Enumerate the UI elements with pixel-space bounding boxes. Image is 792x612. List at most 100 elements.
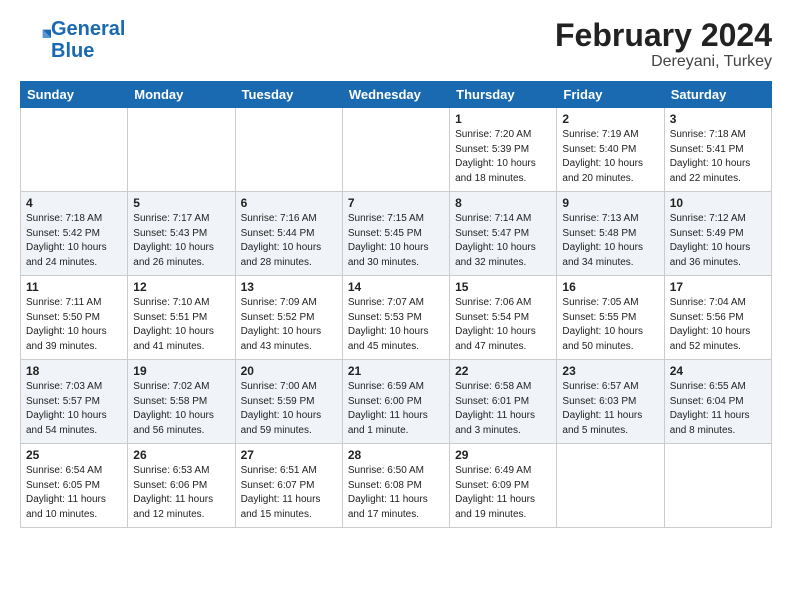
day-cell [128,108,235,192]
day-info: Sunrise: 7:06 AM Sunset: 5:54 PM Dayligh… [455,296,551,354]
day-info: Sunrise: 7:04 AM Sunset: 5:56 PM Dayligh… [670,296,766,354]
day-cell: 20 Sunrise: 7:00 AM Sunset: 5:59 PM Dayli… [235,360,342,444]
day-number: 19 [133,364,229,378]
title-block: February 2024 Dereyani, Turkey [555,18,772,71]
day-info: Sunrise: 7:11 AM Sunset: 5:50 PM Dayligh… [26,296,122,354]
day-number: 18 [26,364,122,378]
day-number: 5 [133,196,229,210]
day-cell: 22Sunrise: 6:58 AM Sunset: 6:01 PM Dayli… [450,360,557,444]
day-number: 1 [455,112,551,126]
day-number: 20 [241,364,337,378]
day-number: 11 [26,280,122,294]
day-cell: 26Sunrise: 6:53 AM Sunset: 6:06 PM Dayli… [128,444,235,528]
day-cell [235,108,342,192]
day-cell: 6 Sunrise: 7:16 AM Sunset: 5:44 PM Daylig… [235,192,342,276]
day-number: 23 [562,364,658,378]
week-row-1: 1 Sunrise: 7:20 AM Sunset: 5:39 PM Daylig… [21,108,772,192]
day-number: 29 [455,448,551,462]
day-number: 26 [133,448,229,462]
logo: General Blue [20,18,125,62]
day-cell: 23 Sunrise: 6:57 AM Sunset: 6:03 PM Dayli… [557,360,664,444]
day-cell: 7 Sunrise: 7:15 AM Sunset: 5:45 PM Daylig… [342,192,449,276]
day-number: 4 [26,196,122,210]
day-cell: 13Sunrise: 7:09 AM Sunset: 5:52 PM Dayli… [235,276,342,360]
week-row-2: 4 Sunrise: 7:18 AM Sunset: 5:42 PM Daylig… [21,192,772,276]
day-number: 16 [562,280,658,294]
day-number: 7 [348,196,444,210]
day-info: Sunrise: 7:02 AM Sunset: 5:58 PM Dayligh… [133,380,229,438]
day-info: Sunrise: 6:51 AM Sunset: 6:07 PM Dayligh… [241,464,337,522]
day-number: 28 [348,448,444,462]
week-row-3: 11 Sunrise: 7:11 AM Sunset: 5:50 PM Dayli… [21,276,772,360]
day-cell: 11 Sunrise: 7:11 AM Sunset: 5:50 PM Dayli… [21,276,128,360]
day-number: 3 [670,112,766,126]
day-cell [21,108,128,192]
day-cell: 16 Sunrise: 7:05 AM Sunset: 5:55 PM Dayli… [557,276,664,360]
col-wednesday: Wednesday [342,82,449,108]
day-info: Sunrise: 7:16 AM Sunset: 5:44 PM Dayligh… [241,212,337,270]
day-number: 17 [670,280,766,294]
day-number: 15 [455,280,551,294]
day-cell: 12 Sunrise: 7:10 AM Sunset: 5:51 PM Dayli… [128,276,235,360]
day-cell: 24Sunrise: 6:55 AM Sunset: 6:04 PM Dayli… [664,360,771,444]
day-info: Sunrise: 6:57 AM Sunset: 6:03 PM Dayligh… [562,380,658,438]
col-monday: Monday [128,82,235,108]
day-number: 22 [455,364,551,378]
day-cell: 17 Sunrise: 7:04 AM Sunset: 5:56 PM Dayli… [664,276,771,360]
day-cell: 15 Sunrise: 7:06 AM Sunset: 5:54 PM Dayli… [450,276,557,360]
day-cell: 2Sunrise: 7:19 AM Sunset: 5:40 PM Daylig… [557,108,664,192]
day-number: 8 [455,196,551,210]
day-info: Sunrise: 7:20 AM Sunset: 5:39 PM Dayligh… [455,128,551,186]
day-cell: 4 Sunrise: 7:18 AM Sunset: 5:42 PM Daylig… [21,192,128,276]
col-thursday: Thursday [450,82,557,108]
day-number: 27 [241,448,337,462]
day-cell: 1 Sunrise: 7:20 AM Sunset: 5:39 PM Daylig… [450,108,557,192]
week-row-5: 25 Sunrise: 6:54 AM Sunset: 6:05 PM Dayli… [21,444,772,528]
day-info: Sunrise: 7:05 AM Sunset: 5:55 PM Dayligh… [562,296,658,354]
day-cell: 5 Sunrise: 7:17 AM Sunset: 5:43 PM Daylig… [128,192,235,276]
day-cell [664,444,771,528]
day-info: Sunrise: 7:15 AM Sunset: 5:45 PM Dayligh… [348,212,444,270]
day-info: Sunrise: 6:55 AM Sunset: 6:04 PM Dayligh… [670,380,766,438]
day-info: Sunrise: 7:10 AM Sunset: 5:51 PM Dayligh… [133,296,229,354]
day-info: Sunrise: 7:12 AM Sunset: 5:49 PM Dayligh… [670,212,766,270]
day-cell: 21Sunrise: 6:59 AM Sunset: 6:00 PM Dayli… [342,360,449,444]
day-cell: 18 Sunrise: 7:03 AM Sunset: 5:57 PM Dayli… [21,360,128,444]
day-cell: 10 Sunrise: 7:12 AM Sunset: 5:49 PM Dayli… [664,192,771,276]
day-number: 10 [670,196,766,210]
logo-icon [23,24,51,52]
day-info: Sunrise: 7:17 AM Sunset: 5:43 PM Dayligh… [133,212,229,270]
header: General Blue February 2024 Dereyani, Tur… [20,18,772,71]
col-tuesday: Tuesday [235,82,342,108]
col-sunday: Sunday [21,82,128,108]
day-cell [557,444,664,528]
day-cell: 28Sunrise: 6:50 AM Sunset: 6:08 PM Dayli… [342,444,449,528]
calendar-title: February 2024 [555,18,772,53]
day-info: Sunrise: 6:54 AM Sunset: 6:05 PM Dayligh… [26,464,122,522]
day-info: Sunrise: 7:13 AM Sunset: 5:48 PM Dayligh… [562,212,658,270]
day-cell: 8 Sunrise: 7:14 AM Sunset: 5:47 PM Daylig… [450,192,557,276]
calendar-body: 1 Sunrise: 7:20 AM Sunset: 5:39 PM Daylig… [21,108,772,528]
day-info: Sunrise: 6:59 AM Sunset: 6:00 PM Dayligh… [348,380,444,438]
day-info: Sunrise: 7:07 AM Sunset: 5:53 PM Dayligh… [348,296,444,354]
day-number: 6 [241,196,337,210]
day-number: 13 [241,280,337,294]
day-info: Sunrise: 7:18 AM Sunset: 5:41 PM Dayligh… [670,128,766,186]
calendar-subtitle: Dereyani, Turkey [555,53,772,71]
day-number: 25 [26,448,122,462]
day-number: 2 [562,112,658,126]
day-cell: 3 Sunrise: 7:18 AM Sunset: 5:41 PM Daylig… [664,108,771,192]
logo-general: General [51,18,125,40]
day-info: Sunrise: 7:18 AM Sunset: 5:42 PM Dayligh… [26,212,122,270]
day-cell [342,108,449,192]
day-number: 12 [133,280,229,294]
day-number: 9 [562,196,658,210]
day-info: Sunrise: 7:03 AM Sunset: 5:57 PM Dayligh… [26,380,122,438]
day-cell: 14Sunrise: 7:07 AM Sunset: 5:53 PM Dayli… [342,276,449,360]
logo-text: General Blue [51,18,125,62]
day-info: Sunrise: 7:00 AM Sunset: 5:59 PM Dayligh… [241,380,337,438]
col-saturday: Saturday [664,82,771,108]
day-cell: 29Sunrise: 6:49 AM Sunset: 6:09 PM Dayli… [450,444,557,528]
header-row: Sunday Monday Tuesday Wednesday Thursday… [21,82,772,108]
day-info: Sunrise: 7:14 AM Sunset: 5:47 PM Dayligh… [455,212,551,270]
